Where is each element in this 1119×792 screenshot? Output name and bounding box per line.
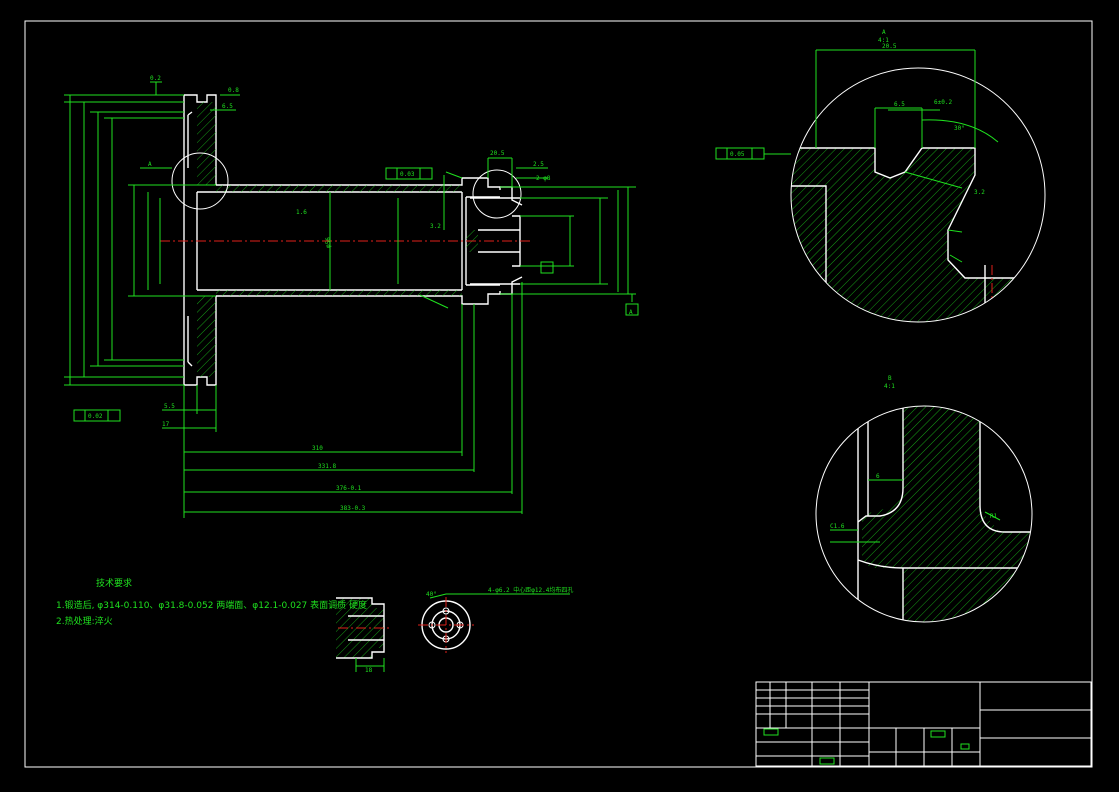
dim-ra1: 1.6 [296,209,307,216]
section-dim: 40° [426,591,437,598]
dim-tol1: 0.2 [150,75,161,82]
dim-l1: 310 [312,445,323,452]
dim-ra2: 3.2 [430,223,441,230]
dim-l3: 376-0.1 [336,485,362,492]
detail-a-label: A [882,29,886,36]
notes-line2: 2.热处理:淬火 [56,615,113,627]
dim-l2: 331.8 [318,463,336,470]
detail-a: A 4:1 20.5 6.5 6±0.2 30° 3.2 0.05 [715,29,1046,323]
side-dim: 18 [365,667,373,674]
dim-shaft: φ56 [325,237,332,248]
flat2: 0.02 [88,413,103,420]
title-block [755,681,1092,767]
notes-title: 技术要求 [96,577,132,589]
dim-tol2: 0.8 [228,87,239,94]
detail-a-d1: 6.5 [894,101,905,108]
detail-a-width: 20.5 [882,43,897,50]
end-section: 4-φ6.2 中心距φ12.4均布四孔 40° [418,586,573,653]
detail-a-callout: A [148,161,152,168]
flat1: 0.03 [400,171,415,178]
detail-a-surface: 3.2 [974,189,985,196]
dim-top2: 2.5 [533,161,544,168]
detail-a-angle: 30° [954,125,965,132]
detail-a-flat: 0.05 [730,151,745,158]
side-section: 18 [336,597,392,674]
dim-s1: 5.5 [164,403,175,410]
detail-b-scale: 4:1 [884,383,895,390]
dim-l4: 383-0.3 [340,505,366,512]
notes-line1: 1.锻造后, φ314-0.110、φ31.8-0.052 两端面、φ12.1-… [56,599,367,611]
technical-notes: 技术要求 1.锻造后, φ314-0.110、φ31.8-0.052 两端面、φ… [56,577,367,627]
detail-b-label: B [888,375,892,382]
main-dimensions [64,81,636,518]
detail-a-d2: 6±0.2 [934,99,952,106]
detail-b-r: R1 [990,513,998,520]
dim-s2: 17 [162,421,170,428]
detail-b-d1: 6 [876,473,880,480]
cad-drawing: 20.5 2.5 2-φ8 310 331.8 376-0.1 383-0.3 … [24,20,1093,768]
title-block-fills [763,728,970,765]
detail-b-d2: C1.6 [830,523,845,530]
dim-top3: 2-φ8 [536,175,551,182]
dim-tol3: 6.5 [222,103,233,110]
sheet-border [24,20,1093,768]
detail-b: B 4:1 6 C1.6 R1 [815,375,1033,623]
section-note: 4-φ6.2 中心距φ12.4均布四孔 [488,586,573,594]
dim-top1: 20.5 [490,150,505,157]
